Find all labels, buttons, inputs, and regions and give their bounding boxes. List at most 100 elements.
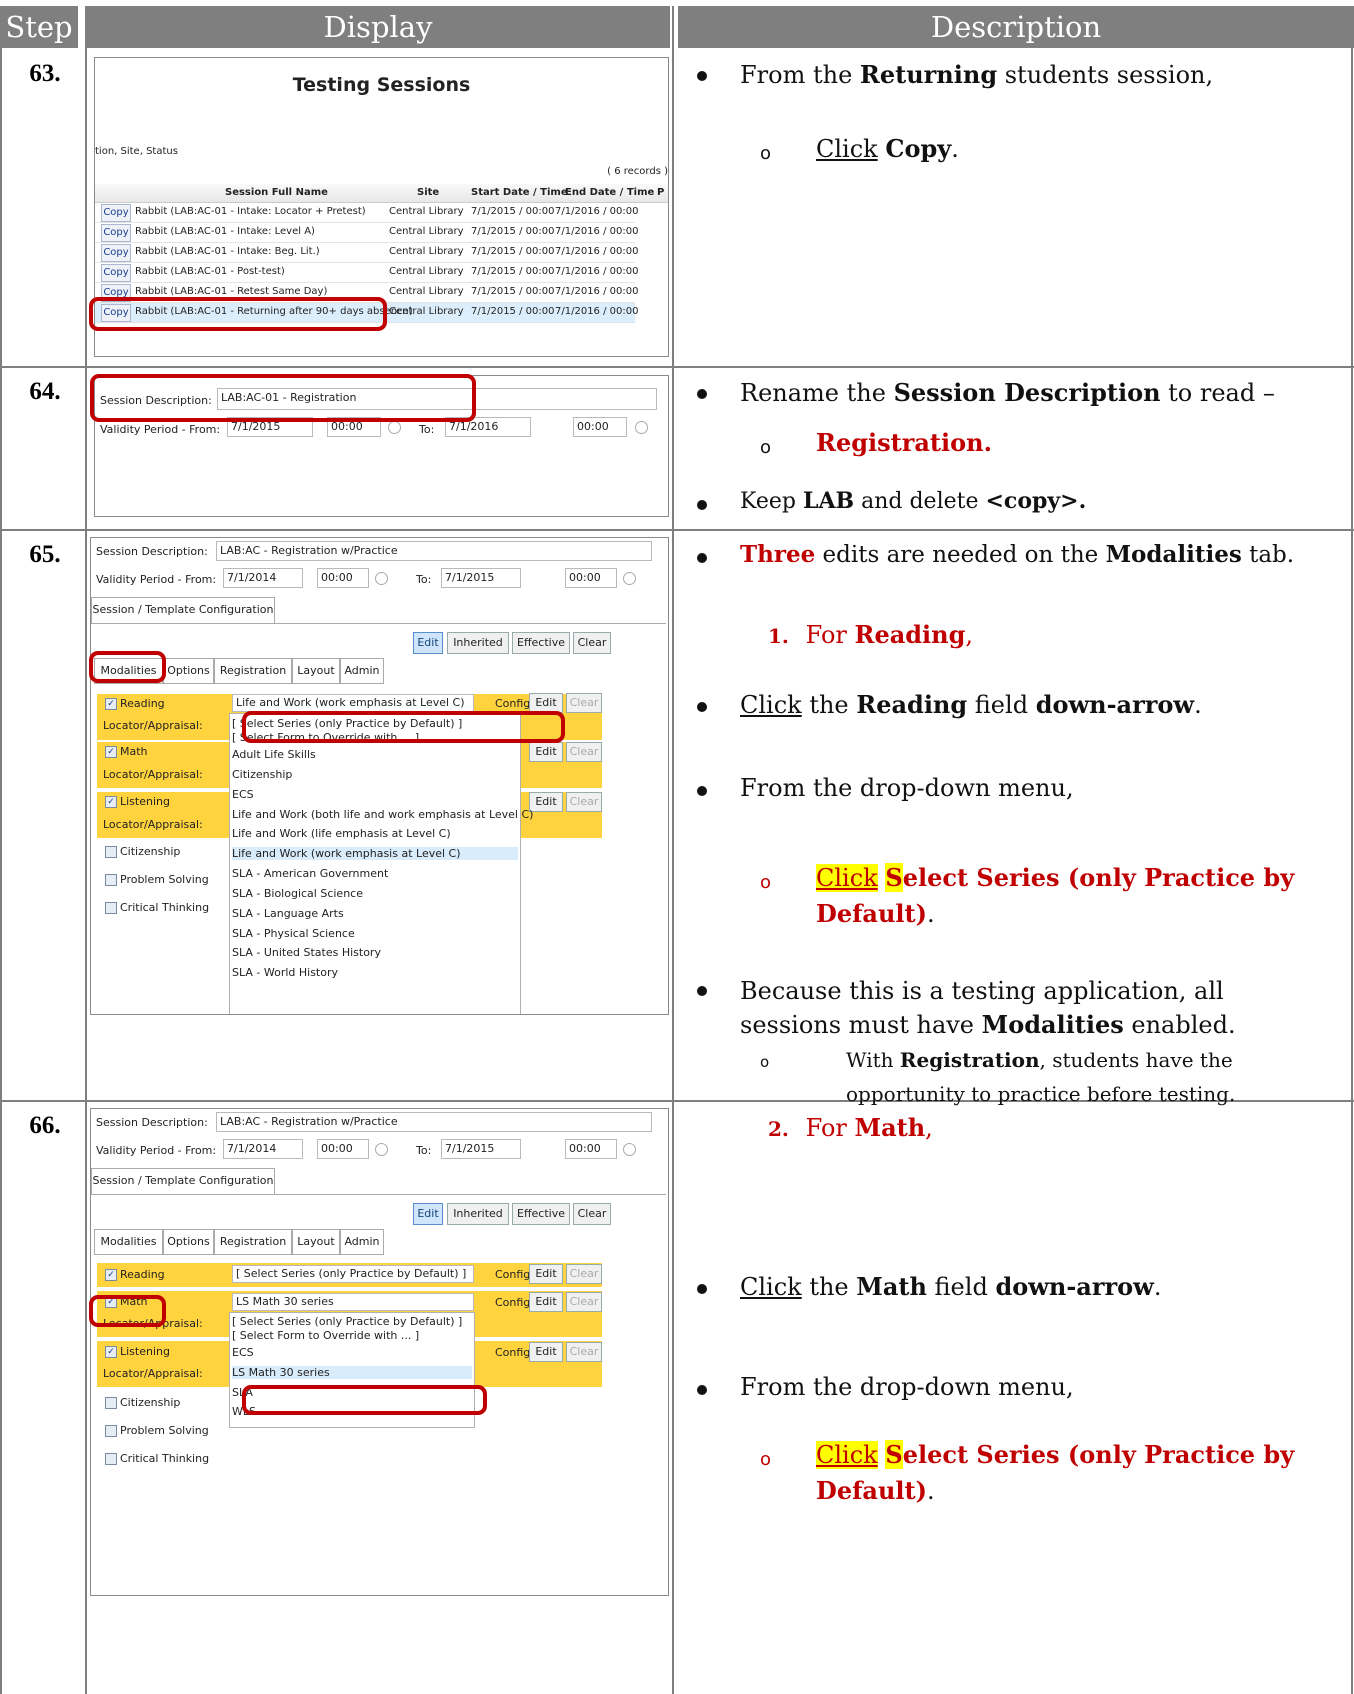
tab-session-template-configuration[interactable]: Session / Template Configuration [91,597,275,623]
dropdown-option[interactable]: [ Select Form to Override with ... ] [232,1329,419,1342]
critical-thinking-checkbox[interactable] [105,902,117,914]
math-edit-button[interactable]: Edit [529,742,563,762]
table-row[interactable]: Copy Rabbit (LAB:AC-01 - Intake: Beg. Li… [95,243,638,263]
modalities-math-screenshot: Session Description: LAB:AC - Registrati… [90,1108,669,1596]
effective-button[interactable]: Effective [512,632,570,654]
tab-admin[interactable]: Admin [340,1229,384,1255]
copy-button[interactable]: Copy [101,204,131,222]
citizenship-checkbox[interactable] [105,846,117,858]
table-row[interactable]: Copy Rabbit (LAB:AC-01 - Intake: Level A… [95,223,638,243]
inherited-button[interactable]: Inherited [447,1203,509,1225]
copy-button[interactable]: Copy [101,224,131,242]
math-clear-button[interactable]: Clear [566,1292,602,1312]
inherited-button[interactable]: Inherited [447,632,509,654]
dropdown-option[interactable]: SLA - World History [232,966,338,979]
filter-text: tion, Site, Status [95,146,178,157]
effective-button[interactable]: Effective [512,1203,570,1225]
highlight-box [242,1385,487,1415]
dropdown-option[interactable]: Life and Work (life emphasis at Level C) [232,827,451,840]
reading-checkbox[interactable]: ✓ [105,698,117,710]
instruction-text: From the drop-down menu, [740,1373,1074,1401]
dropdown-option-selected[interactable]: LS Math 30 series [232,1366,472,1379]
dropdown-option[interactable]: SLA - Physical Science [232,927,355,940]
math-select[interactable]: LS Math 30 series [232,1293,474,1311]
edit-button[interactable]: Edit [413,632,443,654]
dropdown-option[interactable]: ECS [232,788,254,801]
dropdown-option[interactable]: SLA - Biological Science [232,887,363,900]
to-time-field[interactable]: 00:00 [573,417,627,437]
tab-layout[interactable]: Layout [292,1229,340,1255]
highlight-box [89,1295,166,1327]
dropdown-option[interactable]: Life and Work (both life and work emphas… [232,808,533,821]
reading-select[interactable]: [ Select Series (only Practice by Defaul… [232,1265,474,1283]
tab-layout[interactable]: Layout [292,658,340,684]
critical-thinking-checkbox[interactable] [105,1453,117,1465]
tab-session-template-configuration[interactable]: Session / Template Configuration [91,1168,275,1194]
math-edit-button[interactable]: Edit [529,1292,563,1312]
dropdown-option[interactable]: Citizenship [232,768,292,781]
copy-button[interactable]: Copy [101,244,131,262]
instruction-subheading: 1. For Reading, [768,620,974,649]
table-row[interactable]: Copy Rabbit (LAB:AC-01 - Post-test) Cent… [95,263,638,283]
to-time-field[interactable]: 00:00 [565,1139,617,1159]
listening-edit-button[interactable]: Edit [529,792,563,812]
header-display: Display [86,6,670,48]
session-description-field[interactable]: LAB:AC - Registration w/Practice [216,1112,652,1132]
listening-clear-button[interactable]: Clear [566,1342,602,1362]
dropdown-option[interactable]: [ Select Series (only Practice by Defaul… [232,1315,462,1328]
tab-modalities[interactable]: Modalities [94,1229,163,1255]
dropdown-option[interactable]: Adult Life Skills [232,748,316,761]
dropdown-option[interactable]: SLA - Language Arts [232,907,344,920]
math-checkbox[interactable]: ✓ [105,746,117,758]
from-time-field[interactable]: 00:00 [317,568,369,588]
instruction-text: Keep LAB and delete <copy>. [740,488,1087,514]
table-header: Session Full Name Site Start Date / Time… [95,184,668,203]
instruction-text: Click the Reading field down-arrow. [740,690,1202,719]
to-time-field[interactable]: 00:00 [565,568,617,588]
tab-registration[interactable]: Registration [214,658,292,684]
instruction-subtext: With Registration, students have the oppo… [846,1048,1236,1106]
reading-checkbox[interactable]: ✓ [105,1269,117,1281]
tab-options[interactable]: Options [163,1229,214,1255]
table-row[interactable]: Copy Rabbit (LAB:AC-01 - Intake: Locator… [95,203,638,223]
step-number: 63. [29,60,61,87]
reading-clear-button[interactable]: Clear [566,1264,602,1284]
listening-checkbox[interactable]: ✓ [105,796,117,808]
copy-button[interactable]: Copy [101,264,131,282]
dropdown-option[interactable]: SLA - American Government [232,867,388,880]
instruction-subtext: Click Select Series (only Practice by Def… [816,1440,1295,1505]
dropdown-option[interactable]: SLA - United States History [232,946,381,959]
problem-solving-checkbox[interactable] [105,1425,117,1437]
from-date-field[interactable]: 7/1/2014 [223,568,303,588]
listening-checkbox[interactable]: ✓ [105,1346,117,1358]
math-clear-button[interactable]: Clear [566,742,602,762]
to-date-field[interactable]: 7/1/2015 [441,568,521,588]
instruction-text: Three edits are needed on the Modalities… [740,541,1295,568]
reading-select[interactable]: Life and Work (work emphasis at Level C) [232,694,474,712]
reading-dropdown-list[interactable]: [ Select Series (only Practice by Defaul… [229,713,533,1014]
tab-registration[interactable]: Registration [214,1229,292,1255]
listening-clear-button[interactable]: Clear [566,792,602,812]
clear-button[interactable]: Clear [573,632,611,654]
reading-edit-button[interactable]: Edit [529,693,563,713]
clear-button[interactable]: Clear [573,1203,611,1225]
citizenship-checkbox[interactable] [105,1397,117,1409]
instruction-subtext: Registration. [816,428,992,457]
highlight-box [89,297,387,331]
problem-solving-checkbox[interactable] [105,874,117,886]
tab-options[interactable]: Options [163,658,214,684]
from-time-field[interactable]: 00:00 [317,1139,369,1159]
reading-edit-button[interactable]: Edit [529,1264,563,1284]
to-date-field[interactable]: 7/1/2015 [441,1139,521,1159]
instruction-text: Rename the Session Description to read – [740,378,1275,407]
from-date-field[interactable]: 7/1/2014 [223,1139,303,1159]
dropdown-option-selected[interactable]: Life and Work (work emphasis at Level C) [232,847,518,860]
listening-edit-button[interactable]: Edit [529,1342,563,1362]
dropdown-option[interactable]: ECS [232,1346,254,1359]
instruction-text: Because this is a testing application, a… [740,977,1236,1039]
tab-admin[interactable]: Admin [340,658,384,684]
step-number: 66. [29,1112,61,1139]
session-description-field[interactable]: LAB:AC - Registration w/Practice [216,541,652,561]
edit-button[interactable]: Edit [413,1203,443,1225]
reading-clear-button[interactable]: Clear [566,693,602,713]
